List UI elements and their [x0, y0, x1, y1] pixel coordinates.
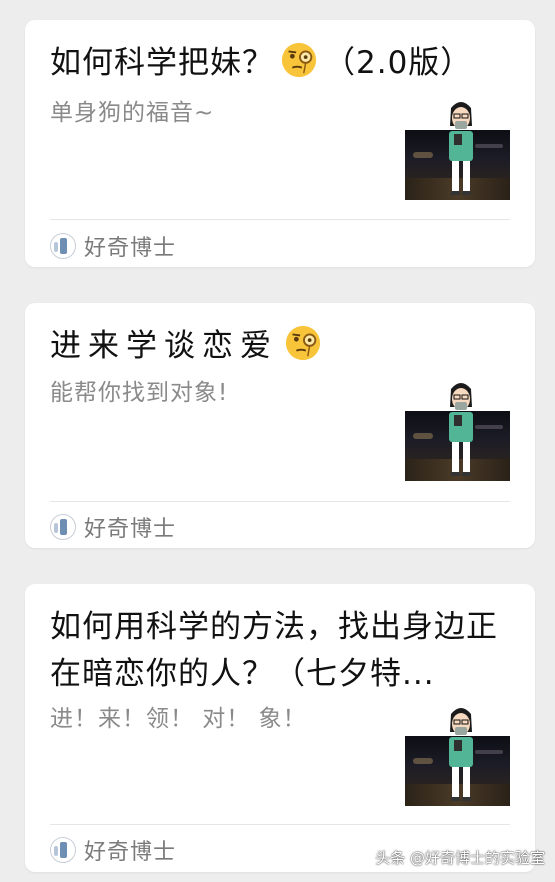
article-thumbnail[interactable]: [405, 383, 510, 481]
cartoon-doctor-figure: [449, 383, 473, 476]
account-name: 好奇博士: [84, 840, 177, 865]
article-title[interactable]: 如何科学把妹？ （2.0版）: [50, 40, 510, 87]
account-avatar-icon: [50, 837, 76, 863]
article-card-3[interactable]: 如何用科学的方法，找出身边正在暗恋你的人？（七夕特... 进！来！领！ 对！ 象…: [25, 584, 535, 872]
account-row[interactable]: 好奇博士: [50, 834, 176, 866]
account-avatar-icon: [50, 514, 76, 540]
cartoon-doctor-figure: [449, 102, 473, 195]
article-thumbnail[interactable]: [405, 102, 510, 200]
article-title-suffix: （2.0版）: [324, 45, 473, 81]
article-title[interactable]: 如何用科学的方法，找出身边正在暗恋你的人？（七夕特...: [50, 604, 520, 698]
account-row[interactable]: 好奇博士: [50, 511, 176, 543]
article-card-2[interactable]: 进来学谈恋爱 能帮你找到对象! 好奇博士: [25, 303, 535, 548]
monocle-face-icon: [285, 325, 321, 361]
article-subtitle: 能帮你找到对象!: [50, 380, 229, 406]
article-subtitle: 进！来！领！ 对！ 象！: [50, 706, 307, 732]
article-card-1[interactable]: 如何科学把妹？ （2.0版） 单身狗的福音~ 好奇博士: [25, 20, 535, 267]
account-avatar-icon: [50, 233, 76, 259]
article-title-text: 进来学谈恋爱: [50, 328, 278, 364]
article-title-text: 如何用科学的方法，找出身边正在暗恋你的人？（七夕特...: [50, 609, 498, 692]
divider: [50, 219, 510, 220]
watermark: 头条 @好奇博士的实验室: [375, 849, 545, 867]
article-title-text: 如何科学把妹？: [50, 45, 274, 81]
article-thumbnail[interactable]: [405, 708, 510, 806]
account-name: 好奇博士: [84, 517, 177, 542]
article-subtitle: 单身狗的福音~: [50, 100, 215, 126]
article-title[interactable]: 进来学谈恋爱: [50, 323, 510, 370]
divider: [50, 824, 510, 825]
divider: [50, 501, 510, 502]
account-row[interactable]: 好奇博士: [50, 230, 176, 262]
account-name: 好奇博士: [84, 236, 177, 261]
monocle-face-icon: [281, 42, 317, 78]
cartoon-doctor-figure: [449, 708, 473, 801]
